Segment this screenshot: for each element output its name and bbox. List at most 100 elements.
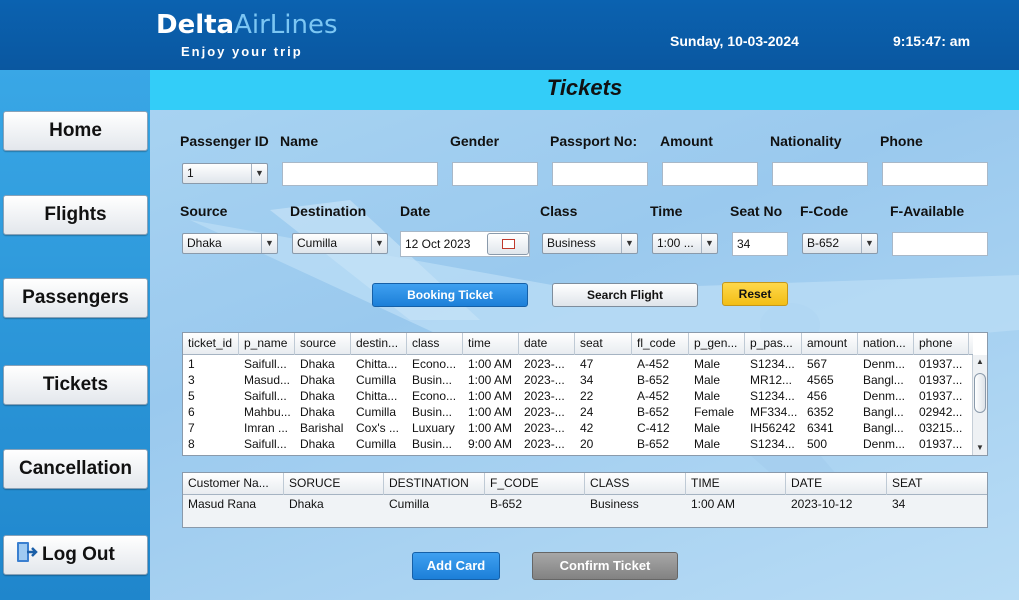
logo-airlines: AirLines: [234, 10, 338, 40]
source-select[interactable]: Dhaka ▼: [182, 233, 278, 254]
fcode-label: F-Code: [800, 203, 849, 219]
tickets-table-cell: Denm...: [863, 437, 906, 451]
tickets-table-column-header[interactable]: time: [463, 333, 519, 355]
tickets-table-cell: 456: [807, 389, 828, 403]
tickets-table-cell: 6341: [807, 421, 834, 435]
tickets-table-cell: 47: [580, 357, 594, 371]
nav-passengers-button[interactable]: Passengers: [3, 278, 148, 318]
destination-value: Cumilla: [297, 236, 338, 250]
nav-tickets-button[interactable]: Tickets: [3, 365, 148, 405]
scroll-down-icon[interactable]: ▼: [973, 441, 987, 455]
title-bar: Tickets: [150, 70, 1019, 110]
passenger-id-value: 1: [187, 166, 194, 180]
card-table-column-header[interactable]: Customer Na...: [183, 473, 284, 495]
scroll-thumb[interactable]: [974, 373, 986, 413]
tickets-table-row[interactable]: 7 Imran ... Barishal Cox's ... Luxuary 1:00 A…: [183, 420, 969, 436]
scroll-up-icon[interactable]: ▲: [973, 355, 987, 369]
tickets-table-cell: A-452: [637, 389, 670, 403]
tickets-table-row[interactable]: 8 Saifull... Dhaka Cumilla Busin... 9:00 AM 20…: [183, 436, 969, 452]
tickets-table-cell: Chitta...: [356, 357, 398, 371]
tickets-table-column-header[interactable]: p_name: [239, 333, 295, 355]
tickets-table-cell: 3: [188, 373, 195, 387]
tickets-table-cell: Saifull...: [244, 389, 287, 403]
fcode-select[interactable]: B-652 ▼: [802, 233, 878, 254]
tickets-table-cell: 5: [188, 389, 195, 403]
tickets-table-cell: Male: [694, 373, 721, 387]
card-table-column-header[interactable]: DESTINATION: [384, 473, 485, 495]
tickets-table-column-header[interactable]: phone: [914, 333, 969, 355]
tickets-table-column-header[interactable]: date: [519, 333, 575, 355]
tickets-table-row[interactable]: 6 Mahbu... Dhaka Cumilla Busin... 1:00 AM 2023…: [183, 404, 969, 420]
tickets-table-row[interactable]: 3 Masud... Dhaka Cumilla Busin... 1:00 AM 2023…: [183, 372, 969, 388]
card-table-column-header[interactable]: DATE: [786, 473, 887, 495]
name-field[interactable]: [282, 162, 438, 186]
amount-field[interactable]: [662, 162, 758, 186]
tickets-table-column-header[interactable]: source: [295, 333, 351, 355]
passport-label: Passport No:: [550, 133, 638, 149]
tickets-table-cell: 2023-...: [524, 389, 565, 403]
tickets-table-cell: Dhaka: [300, 357, 335, 371]
tickets-table-column-header[interactable]: ticket_id: [183, 333, 239, 355]
nav-flights-button[interactable]: Flights: [3, 195, 148, 235]
tickets-table-column-header[interactable]: p_gen...: [689, 333, 745, 355]
tickets-table-cell: 02942...: [919, 405, 963, 419]
tickets-table-cell: 1:00 AM: [468, 421, 513, 435]
tickets-table-cell: Imran ...: [244, 421, 289, 435]
tickets-table-cell: 2023-...: [524, 437, 565, 451]
tickets-table-column-header[interactable]: seat: [575, 333, 632, 355]
tickets-table-cell: 8: [188, 437, 195, 451]
logo-delta: Delta: [156, 10, 235, 40]
card-table-row[interactable]: Masud Rana Dhaka Cumilla B-652 Business 1:00 …: [183, 496, 987, 512]
card-table[interactable]: Customer Na... SORUCE DESTINATION F_CODE CLA…: [182, 472, 988, 528]
phone-field[interactable]: [882, 162, 988, 186]
destination-select[interactable]: Cumilla ▼: [292, 233, 388, 254]
favailable-label: F-Available: [890, 203, 965, 219]
tickets-table-column-header[interactable]: nation...: [858, 333, 914, 355]
tickets-table-cell: Dhaka: [300, 437, 335, 451]
tickets-table-cell: 01937...: [919, 373, 963, 387]
current-date: Sunday, 10-03-2024: [670, 33, 799, 49]
search-flight-button[interactable]: Search Flight: [552, 283, 698, 307]
tickets-table-column-header[interactable]: fl_code: [632, 333, 689, 355]
tickets-table-cell: 7: [188, 421, 195, 435]
card-table-column-header[interactable]: TIME: [686, 473, 786, 495]
tickets-table-cell: 24: [580, 405, 594, 419]
tickets-table-cell: Busin...: [412, 373, 453, 387]
card-table-column-header[interactable]: F_CODE: [485, 473, 585, 495]
tickets-table-column-header[interactable]: destin...: [351, 333, 407, 355]
passenger-id-select[interactable]: 1 ▼: [182, 163, 268, 184]
tickets-table-cell: B-652: [637, 405, 670, 419]
nav-cancellation-button[interactable]: Cancellation: [3, 449, 148, 489]
chevron-down-icon: ▼: [371, 234, 387, 253]
favailable-field[interactable]: [892, 232, 988, 256]
class-select[interactable]: Business ▼: [542, 233, 638, 254]
tickets-table-scrollbar[interactable]: ▲ ▼: [972, 355, 987, 455]
name-label: Name: [280, 133, 319, 149]
tickets-table-cell: Saifull...: [244, 437, 287, 451]
card-table-column-header[interactable]: CLASS: [585, 473, 686, 495]
tickets-table-cell: Male: [694, 437, 721, 451]
tickets-table-column-header[interactable]: amount: [802, 333, 858, 355]
calendar-button[interactable]: [487, 233, 529, 255]
nav-logout-button[interactable]: Log Out: [3, 535, 148, 575]
passport-field[interactable]: [552, 162, 648, 186]
card-table-column-header[interactable]: SORUCE: [284, 473, 384, 495]
seat-field[interactable]: 34: [732, 232, 788, 256]
card-table-column-header[interactable]: SEAT: [887, 473, 987, 495]
tickets-table[interactable]: ticket_id p_name source destin... class time d…: [182, 332, 988, 456]
nationality-field[interactable]: [772, 162, 868, 186]
tickets-table-row[interactable]: 5 Saifull... Dhaka Chitta... Econo... 1:00 AM…: [183, 388, 969, 404]
tickets-table-row[interactable]: 1 Saifull... Dhaka Chitta... Econo... 1:00 AM…: [183, 356, 969, 372]
add-card-button[interactable]: Add Card: [412, 552, 500, 580]
reset-button[interactable]: Reset: [722, 282, 788, 306]
booking-ticket-button[interactable]: Booking Ticket: [372, 283, 528, 307]
tickets-table-column-header[interactable]: class: [407, 333, 463, 355]
tickets-table-column-header[interactable]: p_pas...: [745, 333, 802, 355]
confirm-ticket-button[interactable]: Confirm Ticket: [532, 552, 678, 580]
time-select[interactable]: 1:00 ... ▼: [652, 233, 718, 254]
nav-home-button[interactable]: Home: [3, 111, 148, 151]
gender-field[interactable]: [452, 162, 538, 186]
tickets-table-cell: Denm...: [863, 357, 906, 371]
tickets-table-header: ticket_id p_name source destin... class time d…: [183, 333, 973, 355]
card-table-cell: 1:00 AM: [691, 497, 736, 511]
